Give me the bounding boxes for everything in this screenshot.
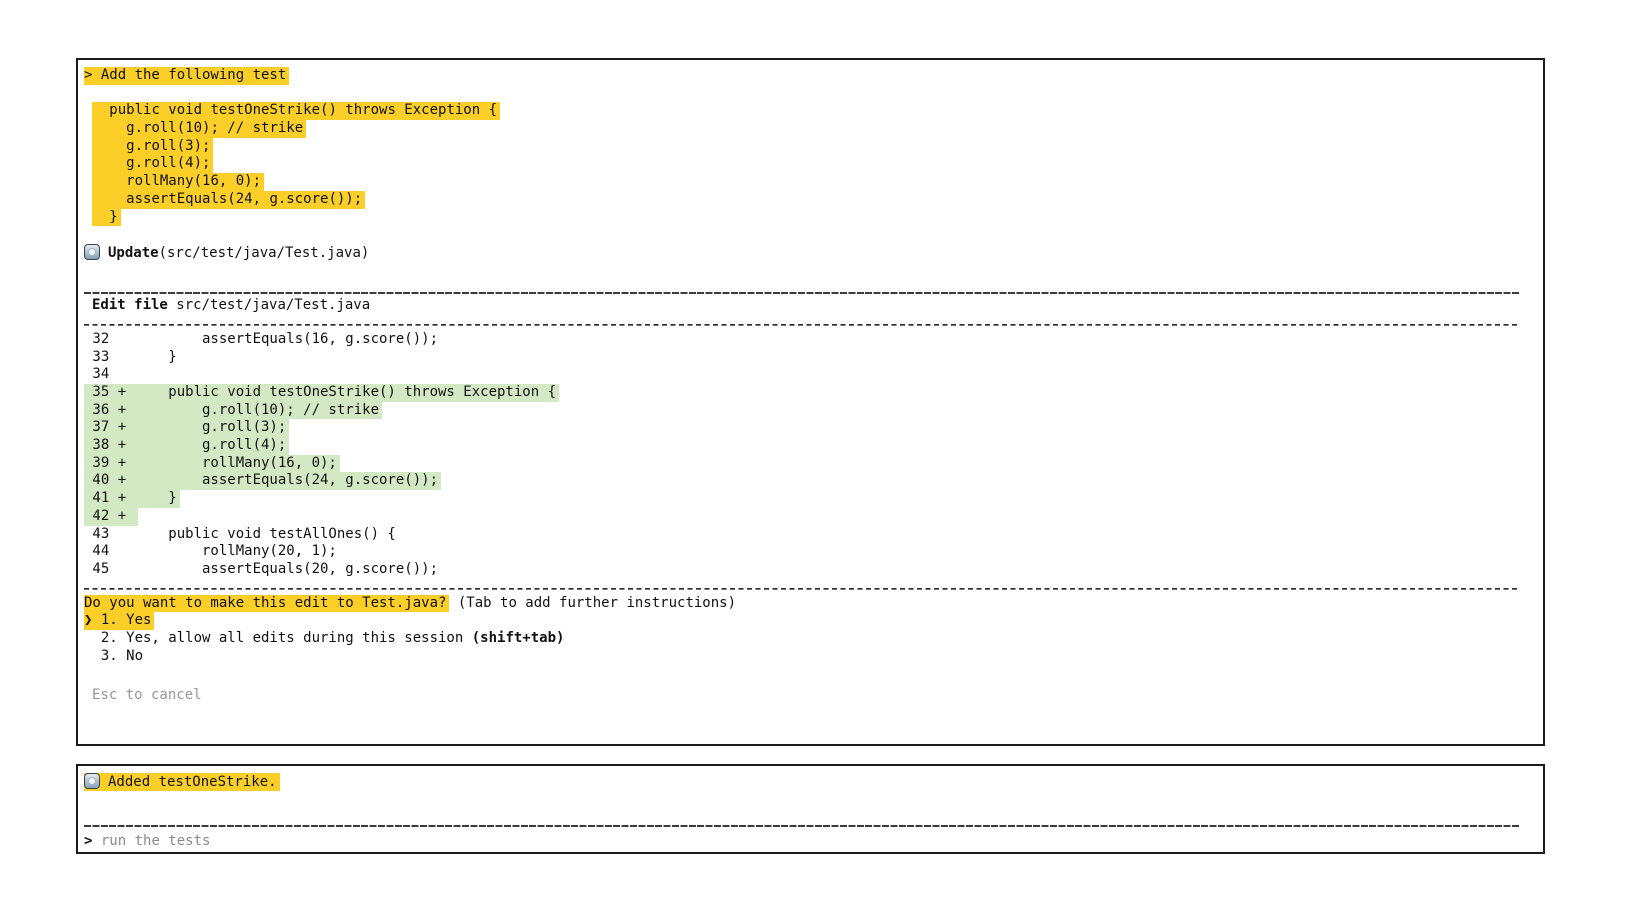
diff-line-context: 45 assertEquals(20, g.score()); bbox=[84, 561, 1519, 579]
confirm-option-1[interactable]: ❯ 1. Yes bbox=[84, 612, 1519, 630]
diff-line-context: 43 public void testAllOnes() { bbox=[84, 526, 1519, 544]
diff-line-added: 40 + assertEquals(24, g.score()); bbox=[84, 472, 1519, 490]
diff-line-added: 36 + g.roll(10); // strike bbox=[84, 402, 1519, 420]
diff-line-context: 32 assertEquals(16, g.score()); bbox=[84, 331, 1519, 349]
diff-line-added: 41 + } bbox=[84, 490, 1519, 508]
esc-hint: Esc to cancel bbox=[84, 687, 1519, 705]
diff-line-added: 37 + g.roll(3); bbox=[84, 419, 1519, 437]
diff-line-context: 34 bbox=[84, 366, 1519, 384]
diff-line-added: 38 + g.roll(4); bbox=[84, 437, 1519, 455]
divider-dashed-bottom bbox=[84, 579, 1519, 595]
confirm-options-menu: ❯ 1. Yes 2. Yes, allow all edits during … bbox=[84, 612, 1519, 665]
diff-line-context: 44 rollMany(20, 1); bbox=[84, 543, 1519, 561]
tool-call-line: Update(src/test/java/Test.java) bbox=[84, 244, 1519, 262]
divider-dashed-top bbox=[84, 315, 1519, 331]
edit-confirmation-panel: > Add the following test public void tes… bbox=[76, 58, 1545, 746]
confirm-question-line: Do you want to make this edit to Test.ja… bbox=[84, 595, 1519, 613]
pasted-code-line: g.roll(3); bbox=[84, 138, 1519, 156]
result-panel: Added testOneStrike. > run the tests bbox=[76, 764, 1545, 854]
terminal-page: > Add the following test public void tes… bbox=[0, 0, 1640, 854]
divider-solid bbox=[84, 812, 1519, 830]
confirm-question-hint: (Tab to add further instructions) bbox=[449, 595, 736, 611]
pasted-code-line: rollMany(16, 0); bbox=[84, 173, 1519, 191]
user-prompt-line: > Add the following test bbox=[84, 67, 1519, 85]
diff-line-added: 39 + rollMany(16, 0); bbox=[84, 455, 1519, 473]
result-message-highlight: Added testOneStrike. bbox=[84, 773, 280, 791]
diff-block: 32 assertEquals(16, g.score()); 33 } 34 … bbox=[84, 331, 1519, 579]
tool-call-arg: (src/test/java/Test.java) bbox=[159, 245, 370, 261]
pasted-code-block: public void testOneStrike() throws Excep… bbox=[84, 102, 1519, 226]
confirm-option-2[interactable]: 2. Yes, allow all edits during this sess… bbox=[84, 630, 1519, 648]
diff-line-context: 33 } bbox=[84, 349, 1519, 367]
diff-line-added: 35 + public void testOneStrike() throws … bbox=[84, 384, 1519, 402]
divider-solid bbox=[84, 279, 1519, 297]
edit-file-label: Edit file bbox=[92, 297, 168, 313]
pasted-code-line: g.roll(4); bbox=[84, 155, 1519, 173]
edit-file-header: Edit file src/test/java/Test.java bbox=[84, 297, 1519, 315]
confirm-question: Do you want to make this edit to Test.ja… bbox=[84, 595, 449, 613]
confirm-option-3[interactable]: 3. No bbox=[84, 648, 1519, 666]
tool-bullet-icon bbox=[84, 773, 100, 789]
input-prompt-text: run the tests bbox=[92, 833, 210, 849]
pasted-code-line: } bbox=[84, 209, 1519, 227]
input-prompt-line[interactable]: > run the tests bbox=[84, 833, 1519, 851]
pasted-code-line: g.roll(10); // strike bbox=[84, 120, 1519, 138]
result-message-text: Added testOneStrike. bbox=[108, 774, 277, 790]
pasted-code-line: assertEquals(24, g.score()); bbox=[84, 191, 1519, 209]
diff-line-added: 42 + bbox=[84, 508, 1519, 526]
tool-call-name: Update bbox=[108, 245, 159, 261]
edit-file-path: src/test/java/Test.java bbox=[176, 297, 370, 313]
result-message-line: Added testOneStrike. bbox=[84, 773, 1519, 791]
user-prompt-text: > Add the following test bbox=[84, 67, 289, 85]
pasted-code-line: public void testOneStrike() throws Excep… bbox=[84, 102, 1519, 120]
tool-bullet-icon bbox=[84, 244, 100, 260]
